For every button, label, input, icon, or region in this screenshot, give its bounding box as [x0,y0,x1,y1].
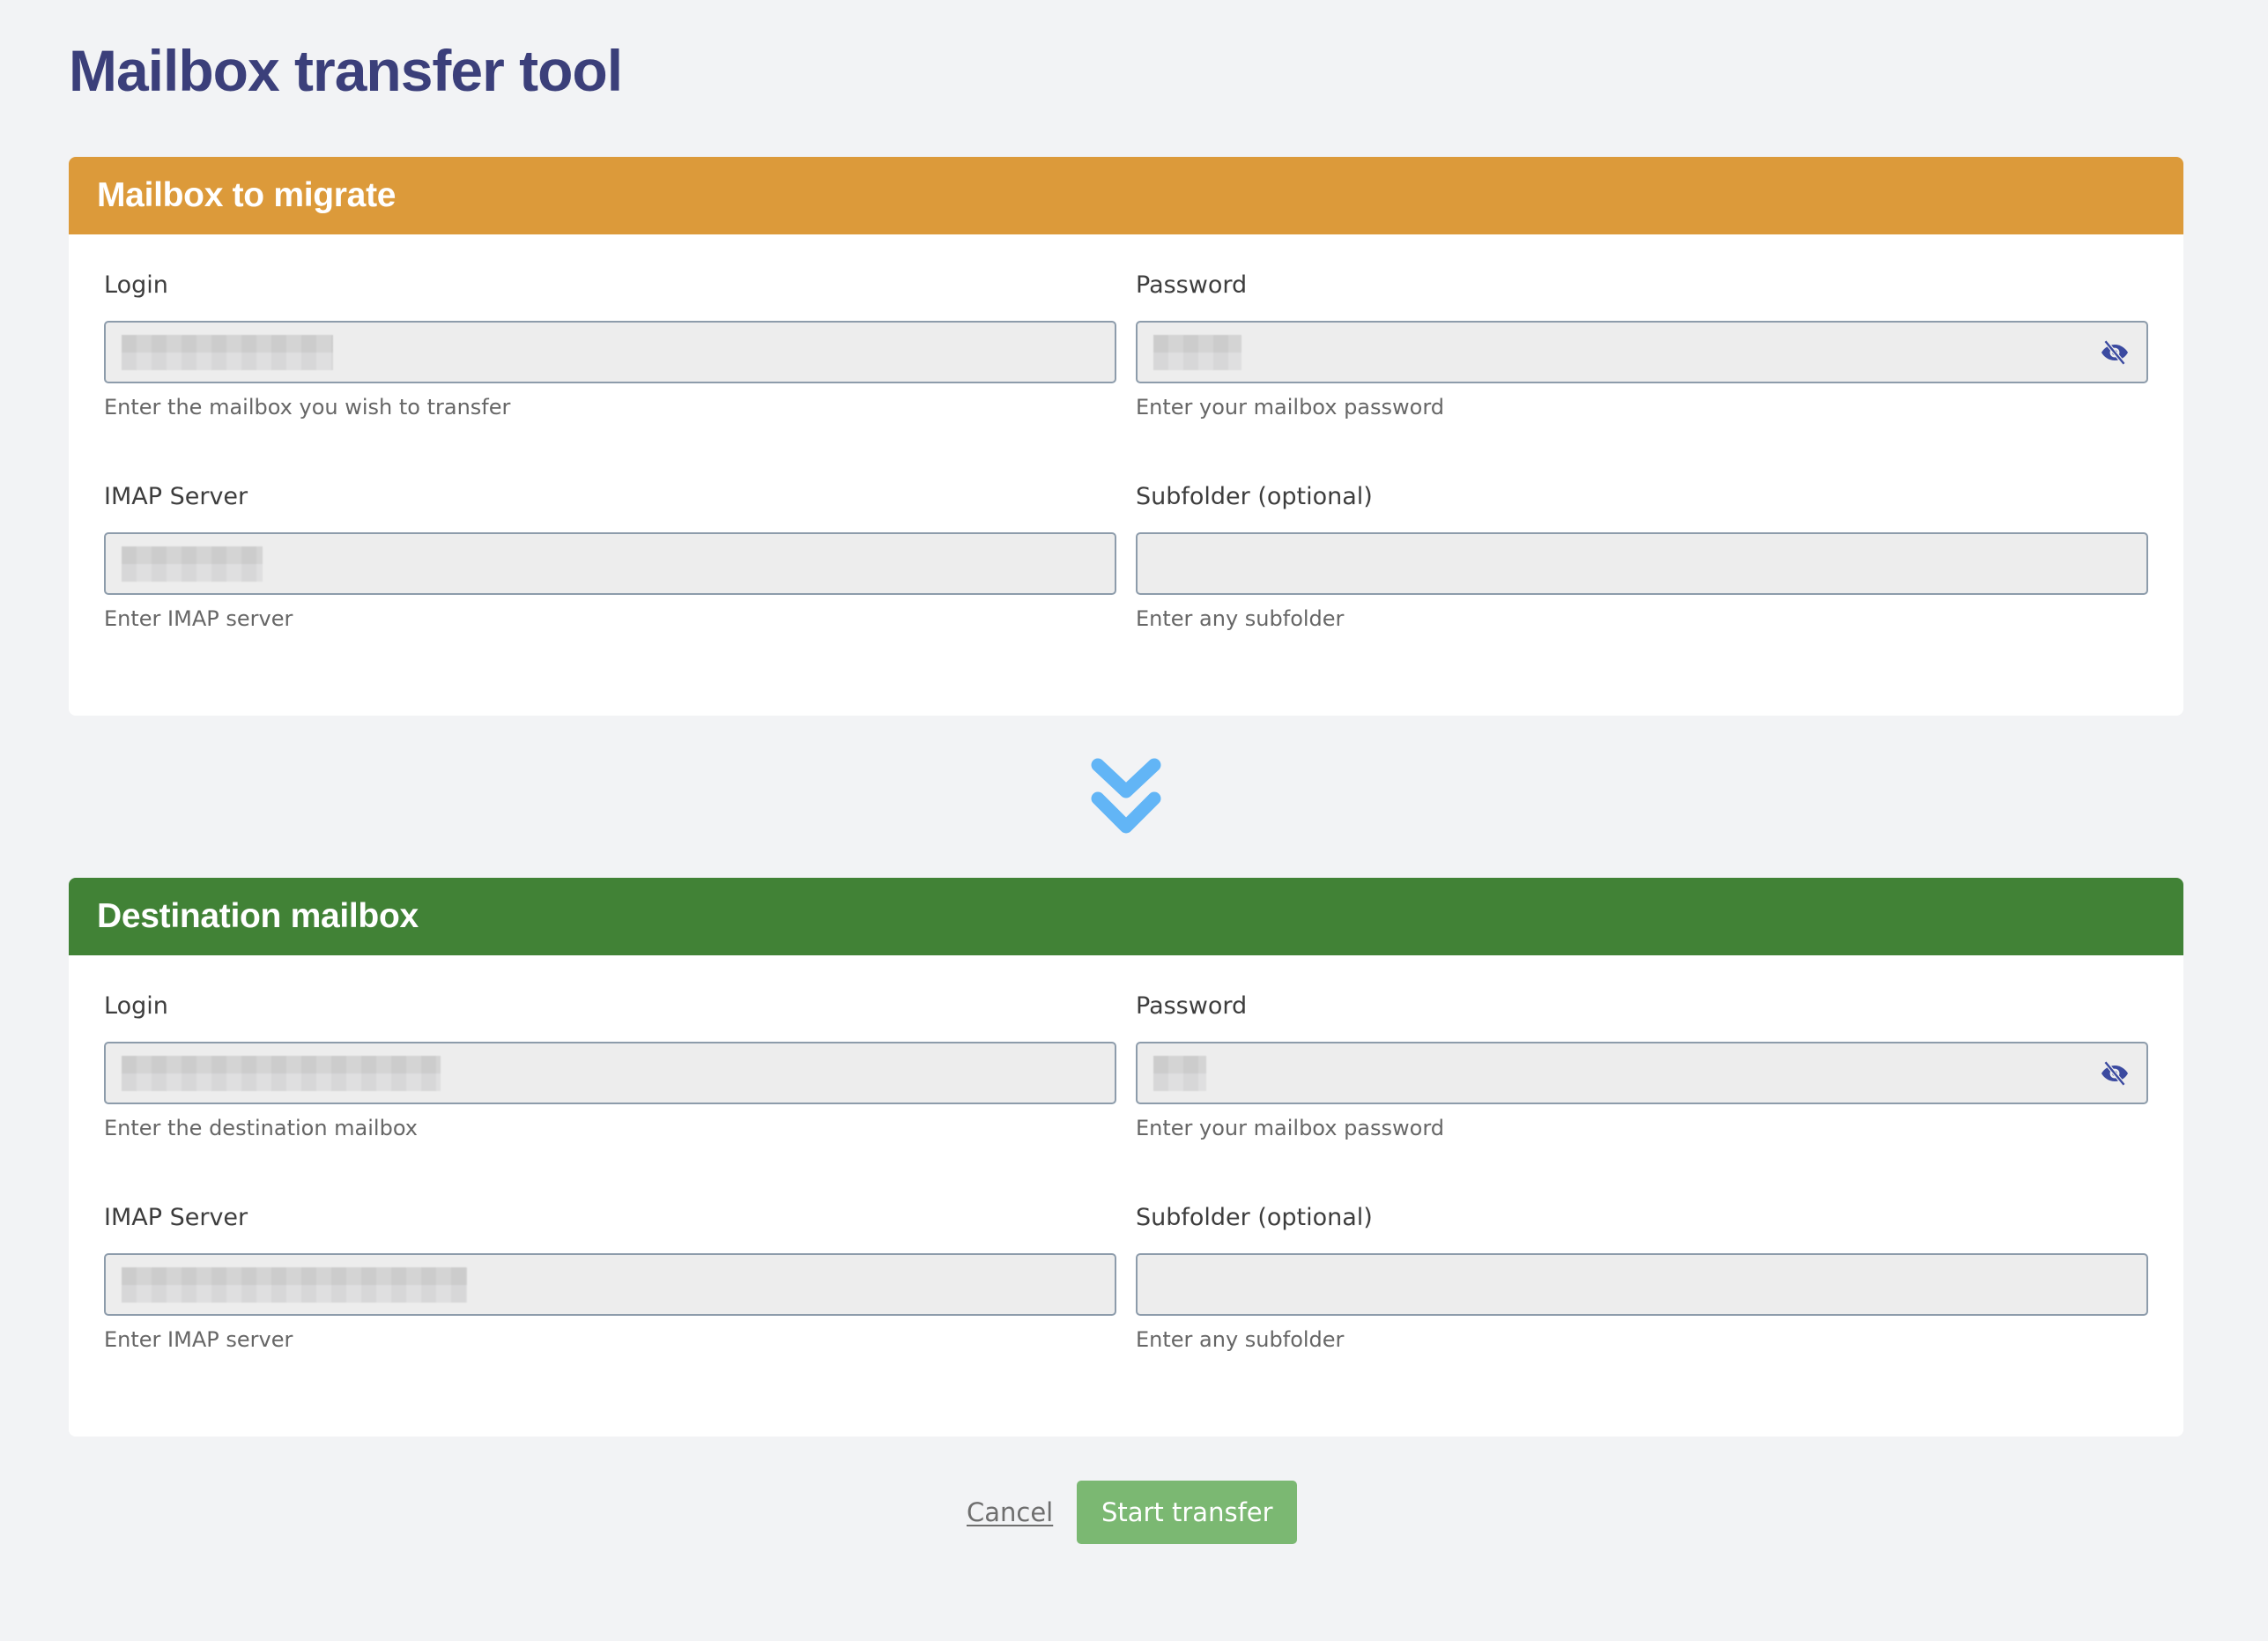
source-subfolder-field: Subfolder (optional) Enter any subfolder [1136,446,2148,657]
destination-card-header: Destination mailbox [69,878,2183,955]
source-imap-help: Enter IMAP server [104,606,293,631]
source-imap-field: IMAP Server Enter IMAP server [104,446,1116,657]
destination-password-help: Enter your mailbox password [1136,1116,1445,1140]
destination-imap-field: IMAP Server Enter IMAP server [104,1167,1116,1378]
source-password-label: Password [1136,271,1248,299]
source-login-label: Login [104,271,168,299]
eye-slash-icon[interactable] [2097,335,2132,370]
source-mailbox-card: Mailbox to migrate Login Enter the mailb… [69,157,2183,716]
source-password-field: Password Enter your mailbox password [1136,234,2148,446]
destination-imap-label: IMAP Server [104,1204,248,1231]
source-login-help: Enter the mailbox you wish to transfer [104,395,511,420]
destination-subfolder-label: Subfolder (optional) [1136,1204,1373,1231]
destination-imap-input-wrapper [104,1253,1116,1316]
source-imap-label: IMAP Server [104,483,248,510]
destination-login-field: Login Enter the destination mailbox [104,955,1116,1167]
destination-subfolder-input-wrapper [1136,1253,2148,1316]
cancel-link[interactable]: Cancel [967,1497,1053,1527]
source-password-input-wrapper [1136,321,2148,383]
source-imap-input-wrapper [104,532,1116,595]
destination-login-label: Login [104,992,168,1020]
source-password-input[interactable] [1155,323,2129,382]
page-title: Mailbox transfer tool [69,38,623,103]
destination-form-grid: Login Enter the destination mailbox Pass… [69,955,2183,1378]
destination-subfolder-field: Subfolder (optional) Enter any subfolder [1136,1167,2148,1378]
eye-slash-icon[interactable] [2097,1056,2132,1091]
destination-password-field: Password Enter your mailbox password [1136,955,2148,1167]
destination-imap-help: Enter IMAP server [104,1327,293,1352]
destination-subfolder-help: Enter any subfolder [1136,1327,1345,1352]
destination-login-help: Enter the destination mailbox [104,1116,418,1140]
source-card-title: Mailbox to migrate [97,176,397,214]
source-subfolder-input[interactable] [1155,534,2129,593]
source-login-input[interactable] [123,323,1097,382]
double-chevron-down-icon [1091,758,1161,835]
destination-mailbox-card: Destination mailbox Login Enter the dest… [69,878,2183,1437]
destination-login-input[interactable] [123,1043,1097,1103]
destination-password-input-wrapper [1136,1042,2148,1104]
destination-subfolder-input[interactable] [1155,1255,2129,1314]
start-transfer-button[interactable]: Start transfer [1077,1481,1298,1544]
source-login-field: Login Enter the mailbox you wish to tran… [104,234,1116,446]
destination-password-label: Password [1136,992,1248,1020]
destination-card-title: Destination mailbox [97,897,419,935]
destination-login-input-wrapper [104,1042,1116,1104]
source-card-header: Mailbox to migrate [69,157,2183,234]
form-actions: Cancel Start transfer [967,1481,1298,1544]
source-form-grid: Login Enter the mailbox you wish to tran… [69,234,2183,657]
source-login-input-wrapper [104,321,1116,383]
source-subfolder-input-wrapper [1136,532,2148,595]
source-imap-input[interactable] [123,534,1097,593]
destination-imap-input[interactable] [123,1255,1097,1314]
source-password-help: Enter your mailbox password [1136,395,1445,420]
source-subfolder-help: Enter any subfolder [1136,606,1345,631]
destination-password-input[interactable] [1155,1043,2129,1103]
source-subfolder-label: Subfolder (optional) [1136,483,1373,510]
